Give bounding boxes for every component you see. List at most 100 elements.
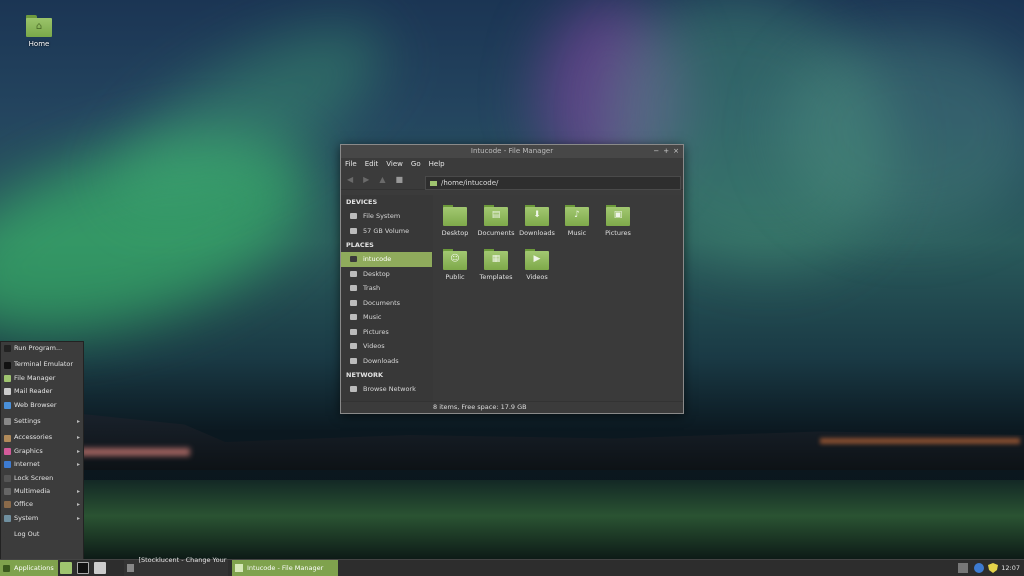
- browser-task-icon: [127, 564, 135, 572]
- app-menu-item-log-out[interactable]: Log Out: [1, 528, 83, 541]
- file-manager-window[interactable]: Intucode - File Manager − + × File Edit …: [340, 144, 684, 414]
- sidebar-item-label: 57 GB Volume: [363, 226, 410, 235]
- sidebar-item-label: Music: [363, 313, 382, 321]
- taskbar-task-file-manager[interactable]: Intucode - File Manager: [232, 560, 338, 576]
- sidebar-item-downloads[interactable]: Downloads: [341, 354, 433, 369]
- file-manager-icon: [4, 374, 11, 382]
- chevron-right-icon: ▸: [76, 434, 80, 442]
- app-menu-item-run-program[interactable]: Run Program...: [1, 342, 83, 355]
- sidebar-item-trash[interactable]: Trash: [341, 281, 433, 296]
- taskbar-task-browser[interactable]: [Stocklucent - Change Your ...: [124, 556, 228, 576]
- sidebar-item-music[interactable]: Music: [341, 310, 433, 325]
- file-item-pictures[interactable]: ▣ Pictures: [599, 205, 637, 237]
- app-menu-item-system[interactable]: System ▸: [1, 512, 83, 525]
- close-button[interactable]: ×: [673, 145, 679, 158]
- chevron-right-icon: ▸: [76, 501, 80, 509]
- sidebar-item-57gb-volume[interactable]: 57 GB Volume: [341, 224, 433, 239]
- sidebar-item-label: intucode: [363, 255, 392, 263]
- app-menu-item-settings[interactable]: Settings ▸: [1, 415, 83, 428]
- app-menu-item-label: Multimedia: [14, 486, 51, 495]
- menu-go[interactable]: Go: [411, 158, 421, 170]
- back-arrow-icon[interactable]: ◀: [347, 175, 353, 184]
- videos-icon: [350, 343, 357, 350]
- file-manager-launcher-icon[interactable]: [60, 562, 72, 574]
- multimedia-icon: [4, 488, 11, 496]
- settings-launcher-icon[interactable]: [94, 562, 106, 574]
- lock-icon: [4, 474, 11, 482]
- file-item-documents[interactable]: ▤ Documents: [477, 205, 515, 237]
- app-menu-item-label: Settings: [14, 416, 41, 425]
- taskbar-task-label: [Stocklucent - Change Your ...: [138, 556, 227, 576]
- sidebar-item-pictures[interactable]: Pictures: [341, 325, 433, 340]
- terminal-icon: [4, 361, 11, 369]
- app-menu-item-label: Office: [14, 500, 33, 509]
- terminal-launcher-icon[interactable]: [77, 562, 89, 574]
- app-menu-item-internet[interactable]: Internet ▸: [1, 458, 83, 471]
- file-item-label: Desktop: [441, 229, 469, 237]
- file-view[interactable]: Desktop ▤ Documents ⬇ Downloads ♪ Music …: [433, 195, 683, 403]
- minimize-button[interactable]: −: [653, 145, 659, 158]
- bluetooth-tray-icon[interactable]: [974, 563, 984, 573]
- file-item-desktop[interactable]: Desktop: [436, 205, 474, 237]
- web-browser-icon: [4, 401, 11, 409]
- file-item-music[interactable]: ♪ Music: [558, 205, 596, 237]
- menu-bar: File Edit View Go Help: [341, 158, 683, 170]
- window-titlebar[interactable]: Intucode - File Manager − + ×: [341, 145, 683, 158]
- parent-folder-icon[interactable]: ▲: [379, 175, 385, 184]
- run-icon: [4, 345, 11, 353]
- window-controls: − + ×: [653, 145, 679, 158]
- chevron-right-icon: ▸: [76, 417, 80, 425]
- file-item-label: Downloads: [519, 229, 555, 237]
- applications-button[interactable]: Applications: [0, 560, 58, 576]
- app-menu-item-terminal-emulator[interactable]: Terminal Emulator: [1, 358, 83, 371]
- sidebar-item-label: Trash: [363, 284, 381, 292]
- menu-edit[interactable]: Edit: [365, 158, 379, 170]
- menu-help[interactable]: Help: [429, 158, 445, 170]
- internet-icon: [4, 461, 11, 469]
- file-item-public[interactable]: ☺ Public: [436, 249, 474, 281]
- sidebar-item-videos[interactable]: Videos: [341, 339, 433, 354]
- network-tray-icon[interactable]: [958, 563, 968, 573]
- menu-file[interactable]: File: [345, 158, 357, 170]
- sidebar-item-label: Documents: [363, 298, 401, 307]
- maximize-button[interactable]: +: [663, 145, 669, 158]
- app-menu-item-accessories[interactable]: Accessories ▸: [1, 431, 83, 444]
- desktop-icon: [350, 270, 357, 277]
- downloads-icon: [350, 357, 357, 364]
- clock[interactable]: 12:07: [1001, 560, 1020, 576]
- status-bar: 8 items, Free space: 17.9 GB: [341, 401, 683, 413]
- home-icon[interactable]: ■: [395, 175, 403, 184]
- sidebar-item-file-system[interactable]: File System: [341, 209, 433, 224]
- forward-arrow-icon[interactable]: ▶: [363, 175, 369, 184]
- location-bar[interactable]: /home/intucode/: [425, 176, 681, 190]
- sidebar-item-documents[interactable]: Documents: [341, 296, 433, 311]
- app-menu-item-mail-reader[interactable]: Mail Reader: [1, 385, 83, 398]
- app-menu-item-office[interactable]: Office ▸: [1, 498, 83, 511]
- sidebar-item-label: Pictures: [363, 327, 389, 336]
- app-menu-item-multimedia[interactable]: Multimedia ▸: [1, 485, 83, 498]
- sidebar-item-browse-network[interactable]: Browse Network: [341, 382, 433, 397]
- applications-label: Applications: [14, 564, 54, 572]
- file-item-videos[interactable]: ▶ Videos: [518, 249, 556, 281]
- sidebar-item-home[interactable]: intucode: [341, 252, 432, 267]
- sidebar: DEVICES File System 57 GB Volume PLACES …: [341, 195, 433, 403]
- sidebar-heading-places: PLACES: [346, 241, 374, 249]
- app-menu-item-label: Web Browser: [14, 400, 57, 409]
- chevron-right-icon: ▸: [76, 487, 80, 495]
- app-menu-item-file-manager[interactable]: File Manager: [1, 372, 83, 385]
- taskbar-task-label: Intucode - File Manager: [247, 564, 324, 572]
- templates-folder-icon: ▦: [484, 249, 508, 270]
- app-menu-item-lock-screen[interactable]: Lock Screen: [1, 472, 83, 485]
- public-folder-icon: ☺: [443, 249, 467, 270]
- app-menu-item-graphics[interactable]: Graphics ▸: [1, 445, 83, 458]
- app-menu-item-web-browser[interactable]: Web Browser: [1, 399, 83, 412]
- security-tray-icon[interactable]: [988, 563, 998, 573]
- applications-menu: Run Program... Terminal Emulator File Mana…: [0, 341, 84, 560]
- file-item-downloads[interactable]: ⬇ Downloads: [518, 205, 556, 237]
- file-item-templates[interactable]: ▦ Templates: [477, 249, 515, 281]
- app-menu-item-label: Lock Screen: [14, 473, 54, 482]
- town-lights: [80, 448, 190, 456]
- desktop-icon-home[interactable]: ⌂ Home: [24, 15, 54, 48]
- sidebar-item-desktop[interactable]: Desktop: [341, 267, 433, 282]
- menu-view[interactable]: View: [386, 158, 403, 170]
